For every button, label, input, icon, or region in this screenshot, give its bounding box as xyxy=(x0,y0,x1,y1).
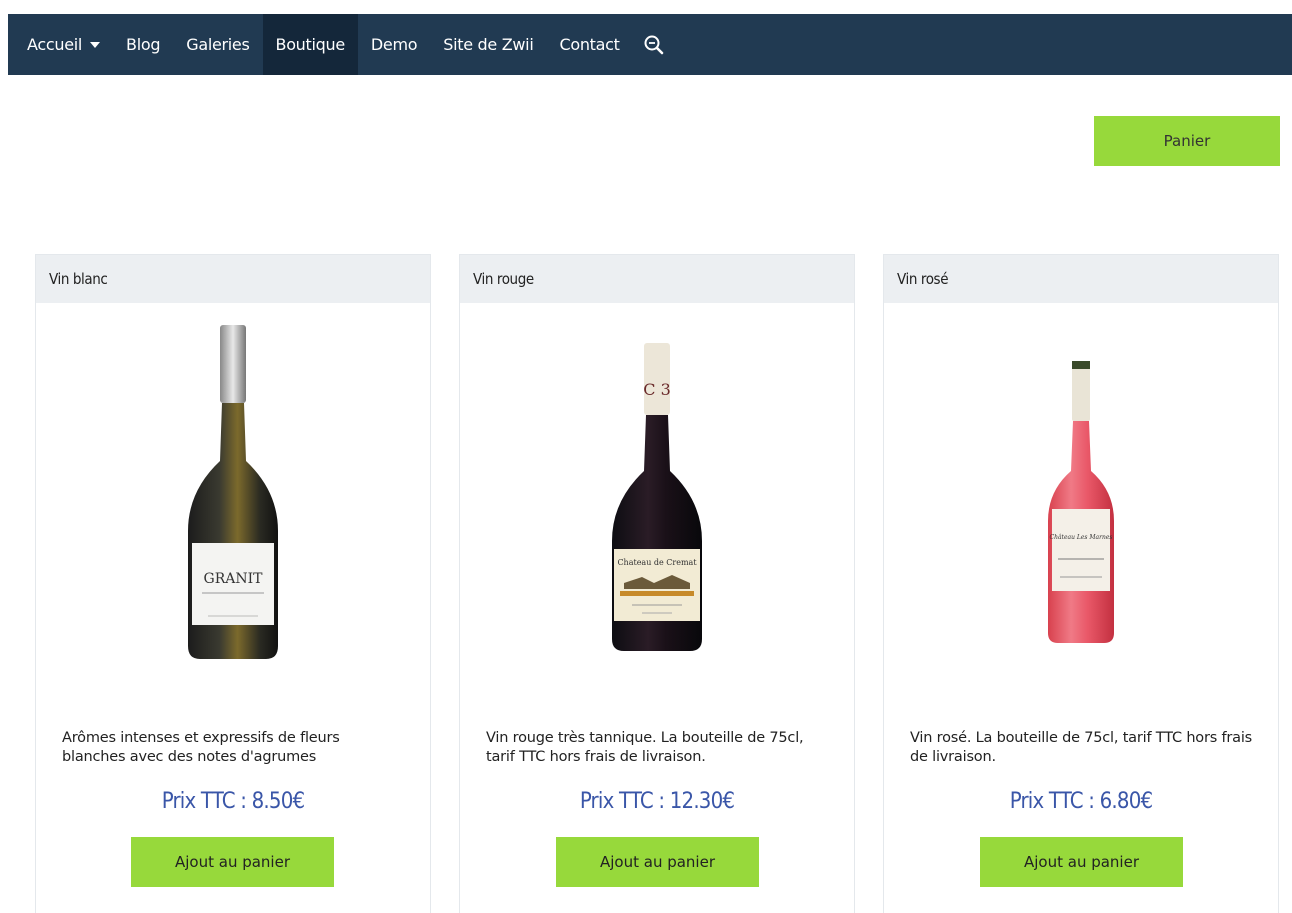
wine-bottle-image: GRANIT xyxy=(188,325,278,659)
product-description: Vin rosé. La bouteille de 75cl, tarif TT… xyxy=(910,730,1253,765)
nav-item-boutique[interactable]: Boutique xyxy=(262,14,358,75)
caret-down-icon xyxy=(90,41,101,48)
add-to-cart-button[interactable]: Ajout au panier xyxy=(980,837,1183,887)
product-card-vin-rose: Vin rosé Château Les Marnes Vin rosé. La… xyxy=(883,254,1279,913)
panier-button[interactable]: Panier xyxy=(1094,116,1280,166)
product-description: Arômes intenses et expressifs de fleurs … xyxy=(62,730,340,765)
product-title: Vin rouge xyxy=(460,255,854,303)
bottle-label-text: Chateau de Cremat xyxy=(617,558,697,567)
nav-item-label: Blog xyxy=(126,35,161,54)
nav-item-label: Boutique xyxy=(275,35,346,54)
nav-item-contact[interactable]: Contact xyxy=(546,14,632,75)
product-card-vin-blanc: Vin blanc GRANIT Arômes intenses et expr… xyxy=(35,254,431,913)
nav-item-site-de-zwii[interactable]: Site de Zwii xyxy=(430,14,546,75)
product-title: Vin blanc xyxy=(36,255,430,303)
bottle-label-text: Château Les Marnes xyxy=(1050,534,1113,541)
product-price: Prix TTC : 12.30€ xyxy=(579,789,735,814)
product-title: Vin rosé xyxy=(884,255,1278,303)
product-price: Prix TTC : 6.80€ xyxy=(1009,789,1153,814)
bottle-label-text: GRANIT xyxy=(204,571,264,587)
wine-bottle-image: C 3 Chateau de Cremat xyxy=(612,343,702,651)
product-card-vin-rouge: Vin rouge C 3 Chateau de Cremat Vin roug… xyxy=(459,254,855,913)
product-image: Château Les Marnes xyxy=(884,321,1278,671)
nav-item-accueil[interactable]: Accueil xyxy=(14,14,113,75)
search-button[interactable] xyxy=(633,14,675,75)
wine-bottle-image: Château Les Marnes xyxy=(1048,361,1114,643)
add-to-cart-button[interactable]: Ajout au panier xyxy=(131,837,334,887)
add-to-cart-button[interactable]: Ajout au panier xyxy=(556,837,759,887)
nav-item-label: Accueil xyxy=(27,35,83,54)
nav-item-label: Galeries xyxy=(186,35,250,54)
product-image: C 3 Chateau de Cremat xyxy=(460,321,854,671)
nav-item-blog[interactable]: Blog xyxy=(113,14,173,75)
nav-item-label: Site de Zwii xyxy=(443,35,534,54)
nav-item-label: Contact xyxy=(559,35,620,54)
svg-text:C 3: C 3 xyxy=(643,380,671,399)
nav-item-demo[interactable]: Demo xyxy=(358,14,430,75)
nav-item-label: Demo xyxy=(370,35,418,54)
zoom-out-icon xyxy=(644,35,663,54)
product-description: Vin rouge très tannique. La bouteille de… xyxy=(486,730,804,765)
product-price: Prix TTC : 8.50€ xyxy=(161,789,305,814)
product-image: GRANIT xyxy=(36,321,430,671)
main-navbar: Accueil Blog Galeries Boutique Demo Site… xyxy=(8,14,1292,75)
nav-item-galeries[interactable]: Galeries xyxy=(173,14,262,75)
